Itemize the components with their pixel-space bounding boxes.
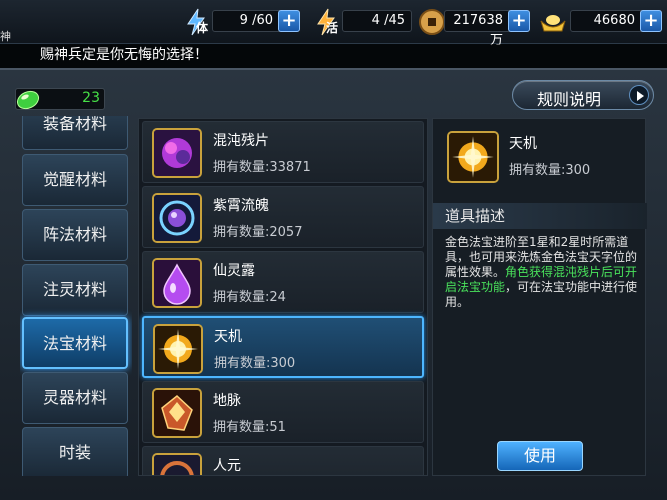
list-item[interactable]: 混沌残片 拥有数量:33871 xyxy=(142,121,424,183)
list-item[interactable]: 紫霄流魄 拥有数量:2057 xyxy=(142,186,424,248)
gem-counter: 23 xyxy=(15,88,105,110)
item-name: 紫霄流魄 xyxy=(213,198,269,214)
vitality-resource: 活 4 /45 xyxy=(312,7,412,36)
rules-button-label: 规则说明 xyxy=(537,90,602,109)
rules-button[interactable]: 规则说明 xyxy=(512,80,654,110)
add-stamina-button[interactable]: + xyxy=(278,10,300,32)
green-gem-icon xyxy=(16,90,40,110)
play-arrow-icon xyxy=(629,85,649,105)
category-spirit-materials[interactable]: 注灵材料 xyxy=(22,264,128,316)
golden-star-icon xyxy=(447,131,499,183)
description-section-title: 道具描述 xyxy=(433,203,647,229)
category-awakening-materials[interactable]: 觉醒材料 xyxy=(22,154,128,206)
stamina-resource: 体 9 /60 + xyxy=(182,7,302,36)
stamina-label: 体 xyxy=(196,21,209,35)
item-list: 混沌残片 拥有数量:33871 紫霄流魄 拥有数量:2057 仙灵露 拥有数量:… xyxy=(138,118,428,476)
list-item-selected[interactable]: 天机 拥有数量:300 xyxy=(142,316,424,378)
item-name: 仙灵露 xyxy=(213,263,255,279)
golden-star-icon xyxy=(153,324,203,374)
use-button[interactable]: 使用 xyxy=(497,441,583,471)
earth-crystal-icon xyxy=(152,388,202,438)
list-item[interactable]: 人元 xyxy=(142,446,424,475)
list-item[interactable]: 仙灵露 拥有数量:24 xyxy=(142,251,424,313)
item-quantity: 拥有数量:33871 xyxy=(213,160,311,175)
detail-item-quantity: 拥有数量:300 xyxy=(509,163,591,178)
chaos-shard-icon xyxy=(152,128,202,178)
item-name: 混沌残片 xyxy=(213,133,269,149)
item-name: 人元 xyxy=(213,458,241,474)
vitality-value: 4 /45 xyxy=(342,10,412,32)
item-description: 金色法宝进阶至1星和2星时所需道具，也可用来洗炼金色法宝天字位的属性效果。角色获… xyxy=(445,235,639,310)
purple-orb-icon xyxy=(152,193,202,243)
ingots-resource: 46680 + xyxy=(538,7,662,33)
category-treasure-materials[interactable]: 法宝材料 xyxy=(22,317,128,369)
category-formation-materials[interactable]: 阵法材料 xyxy=(22,209,128,261)
gold-ingot-icon xyxy=(540,15,566,32)
category-sidebar: 装备材料 觉醒材料 阵法材料 注灵材料 法宝材料 灵器材料 时装 xyxy=(20,116,132,476)
category-fashion[interactable]: 时装 xyxy=(22,427,128,476)
item-name: 地脉 xyxy=(213,393,241,409)
vitality-label: 活 xyxy=(326,21,339,35)
item-quantity: 拥有数量:24 xyxy=(213,290,286,305)
item-detail-panel: 天机 拥有数量:300 道具描述 金色法宝进阶至1星和2星时所需道具，也可用来洗… xyxy=(432,118,647,476)
category-equipment-materials[interactable]: 装备材料 xyxy=(22,116,128,150)
coins-resource: 217638万 + xyxy=(418,7,530,48)
corner-label: 神 xyxy=(0,30,11,43)
item-name: 天机 xyxy=(214,329,242,345)
announcement-marquee: 赐神兵定是你无悔的选择！ xyxy=(0,44,667,68)
add-ingots-button[interactable]: + xyxy=(640,10,662,32)
top-resource-bar: 神 体 9 /60 + 活 4 /45 217638万 + 46680 + xyxy=(0,0,667,48)
add-coins-button[interactable]: + xyxy=(508,10,530,32)
detail-item-name: 天机 xyxy=(509,136,537,152)
purple-drop-icon xyxy=(152,258,202,308)
item-quantity: 拥有数量:51 xyxy=(213,420,286,435)
item-quantity: 拥有数量:2057 xyxy=(213,225,303,240)
human-origin-icon xyxy=(152,453,202,475)
item-quantity: 拥有数量:300 xyxy=(214,356,296,371)
gem-count: 23 xyxy=(82,90,100,106)
category-artifact-materials[interactable]: 灵器材料 xyxy=(22,372,128,424)
list-item[interactable]: 地脉 拥有数量:51 xyxy=(142,381,424,443)
